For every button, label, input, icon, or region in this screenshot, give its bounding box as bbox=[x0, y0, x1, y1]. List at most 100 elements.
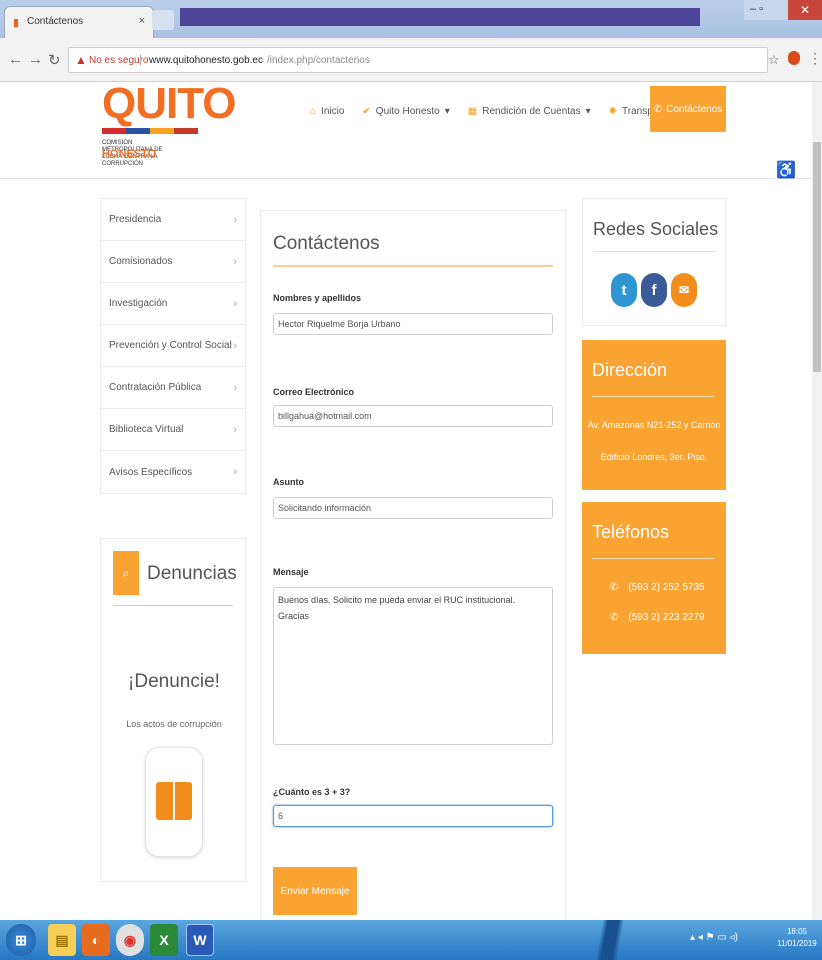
extension-icon[interactable] bbox=[788, 51, 800, 65]
chevron-down-icon: ▾ bbox=[444, 105, 450, 117]
subject-label: Asunto bbox=[273, 477, 304, 487]
mail-icon[interactable]: ✉ bbox=[671, 273, 697, 307]
phones-panel: Teléfonos ✆ (593 2) 252 5735 ✆ (593 2) 2… bbox=[582, 502, 726, 654]
url-path: /index.php/contactenos bbox=[267, 55, 370, 66]
nav-item-inicio[interactable]: ⌂ Inicio bbox=[310, 106, 344, 117]
denuncias-panel: ⌕ Denuncias ¡Denuncie! Los actos de corr… bbox=[100, 538, 246, 882]
url-separator: | bbox=[139, 52, 143, 66]
window-close-button[interactable]: ✕ bbox=[788, 0, 822, 20]
sun-icon: ✺ bbox=[608, 105, 618, 117]
start-button[interactable]: ⊞ bbox=[6, 924, 36, 956]
phone-number[interactable]: (593 2) 223 2279 bbox=[628, 612, 704, 623]
address-panel: Dirección Av. Amazonas N21-252 y Carrión… bbox=[582, 340, 726, 490]
address-bar[interactable]: ▲ No es seguro | www.quitohonesto.gob.ec… bbox=[68, 47, 768, 73]
twitter-icon[interactable]: t bbox=[611, 273, 637, 307]
browser-tab-strip: ▮ Contáctenos × – ▫ ✕ bbox=[0, 0, 822, 38]
sidebar-item-label: Presidencia bbox=[109, 214, 162, 225]
chevron-right-icon: › bbox=[233, 297, 237, 310]
url-domain: www.quitohonesto.gob.ec bbox=[149, 55, 263, 66]
explorer-icon[interactable]: ▤ bbox=[48, 924, 76, 956]
excel-icon[interactable]: X bbox=[150, 924, 178, 956]
chevron-right-icon: › bbox=[233, 255, 237, 268]
minimize-maximize-icon[interactable]: – ▫ bbox=[750, 3, 763, 15]
phones-divider bbox=[592, 558, 714, 559]
sidebar-item-avisos[interactable]: Avisos Específicos › bbox=[101, 451, 245, 493]
sidebar-item-prevencion[interactable]: Prevención y Control Social › bbox=[101, 325, 245, 367]
address-divider bbox=[592, 396, 714, 397]
clock[interactable]: 18:05 11/01/2019 bbox=[776, 926, 818, 950]
phone-number[interactable]: (593 2) 252 5735 bbox=[628, 582, 704, 593]
sidebar-menu: Presidencia › Comisionados › Investigación… bbox=[100, 198, 246, 494]
firefox-icon[interactable]: ◐ bbox=[82, 924, 110, 956]
windows-taskbar: ⊞ ▤ ◐ ◉ X W ▴ ◂ ⚑ ▭ ◃) 18:05 11/01/2019 bbox=[0, 920, 822, 960]
facebook-icon[interactable]: f bbox=[641, 273, 667, 307]
captcha-field[interactable] bbox=[273, 805, 553, 827]
denuncias-title: Denuncias bbox=[147, 563, 237, 584]
phone-row: ✆ (593 2) 252 5735 bbox=[610, 582, 705, 593]
forward-arrow-icon[interactable]: → bbox=[28, 51, 43, 68]
email-field[interactable] bbox=[273, 405, 553, 427]
denuncias-link-button[interactable] bbox=[145, 747, 203, 857]
sidebar-item-label: Contratación Pública bbox=[109, 382, 202, 393]
address-title: Dirección bbox=[592, 360, 668, 380]
header-divider bbox=[0, 178, 822, 179]
nav-label: Quito Honesto bbox=[375, 105, 440, 117]
scrollbar-thumb[interactable] bbox=[813, 142, 821, 372]
word-icon[interactable]: W bbox=[186, 924, 214, 956]
sidebar-item-label: Investigación bbox=[109, 298, 168, 309]
new-tab-button[interactable] bbox=[152, 10, 174, 30]
page-scrollbar[interactable] bbox=[812, 82, 822, 920]
denuncias-headline: ¡Denuncie! bbox=[128, 671, 220, 692]
denuncias-subtitle: Los actos de corrupción bbox=[126, 719, 222, 729]
phones-title: Teléfonos bbox=[592, 522, 670, 542]
back-arrow-icon[interactable]: ← bbox=[8, 51, 23, 68]
nav-label: Rendición de Cuentas bbox=[482, 105, 581, 117]
check-icon: ✔ bbox=[362, 105, 371, 117]
sidebar-item-presidencia[interactable]: Presidencia › bbox=[101, 199, 245, 241]
window-controls: – ▫ ✕ bbox=[744, 0, 822, 20]
main-navigation: ⌂ Inicio ✔ Quito Honesto ▾ ▦ Rendición d… bbox=[310, 98, 696, 124]
clock-date: 11/01/2019 bbox=[777, 939, 817, 948]
search-icon: ⌕ bbox=[113, 551, 139, 595]
taskbar-decoration bbox=[560, 920, 660, 960]
accessibility-icon[interactable]: ♿ bbox=[776, 160, 796, 180]
chevron-right-icon: › bbox=[233, 213, 237, 226]
book-icon bbox=[156, 782, 192, 820]
titlebar-overlay bbox=[180, 8, 700, 26]
browser-menu-icon[interactable]: ⋮ bbox=[808, 50, 822, 67]
nav-item-quito-honesto[interactable]: ✔ Quito Honesto ▾ bbox=[362, 106, 449, 117]
chrome-icon[interactable]: ◉ bbox=[116, 924, 144, 956]
phone-icon: ✆ bbox=[610, 612, 619, 623]
logo-subtitle-text: HONESTO bbox=[102, 148, 157, 160]
nav-item-rendicion[interactable]: ▦ Rendición de Cuentas ▾ bbox=[468, 106, 591, 117]
logo-stripes bbox=[102, 128, 198, 134]
tab-title: Contáctenos bbox=[27, 16, 84, 27]
sidebar-item-investigacion[interactable]: Investigación › bbox=[101, 283, 245, 325]
subject-field[interactable] bbox=[273, 497, 553, 519]
sidebar-item-comisionados[interactable]: Comisionados › bbox=[101, 241, 245, 283]
message-field[interactable]: Buenos días. Solicito me pueda enviar el… bbox=[273, 587, 553, 745]
form-title: Contáctenos bbox=[273, 233, 380, 254]
bookmark-star-icon[interactable]: ☆ bbox=[768, 52, 780, 68]
system-tray[interactable]: ▴ ◂ ⚑ ▭ ◃) bbox=[690, 932, 738, 943]
building-icon: ▦ bbox=[467, 105, 478, 117]
contact-form-panel: Contáctenos Nombres y apellidos Correo E… bbox=[260, 210, 566, 925]
reload-icon[interactable]: ↻ bbox=[48, 51, 61, 69]
social-title: Redes Sociales bbox=[593, 219, 719, 239]
sidebar-item-contratacion[interactable]: Contratación Pública › bbox=[101, 367, 245, 409]
nav-item-contactenos[interactable]: ✆ Contáctenos bbox=[650, 86, 726, 132]
name-field[interactable] bbox=[273, 313, 553, 335]
browser-toolbar: ← → ↻ ▲ No es seguro | www.quitohonesto.… bbox=[0, 38, 822, 82]
warning-icon: ▲ bbox=[75, 53, 87, 67]
address-line-1: Av. Amazonas N21-252 y Carrión bbox=[587, 420, 721, 430]
form-title-divider bbox=[273, 265, 553, 267]
site-logo[interactable]: QUITO COMISIÓN METROPOLITANA DE LUCHA CO… bbox=[100, 80, 237, 172]
name-label: Nombres y apellidos bbox=[273, 293, 362, 303]
browser-tab[interactable]: ▮ Contáctenos × bbox=[4, 6, 154, 38]
phone-icon: ✆ bbox=[653, 103, 663, 115]
sidebar-item-biblioteca[interactable]: Biblioteca Virtual › bbox=[101, 409, 245, 451]
tab-close-button[interactable]: × bbox=[139, 15, 145, 27]
chevron-right-icon: › bbox=[233, 466, 237, 478]
sidebar-item-label: Prevención y Control Social bbox=[109, 340, 232, 351]
send-message-button[interactable]: Enviar Mensaje bbox=[273, 867, 357, 915]
